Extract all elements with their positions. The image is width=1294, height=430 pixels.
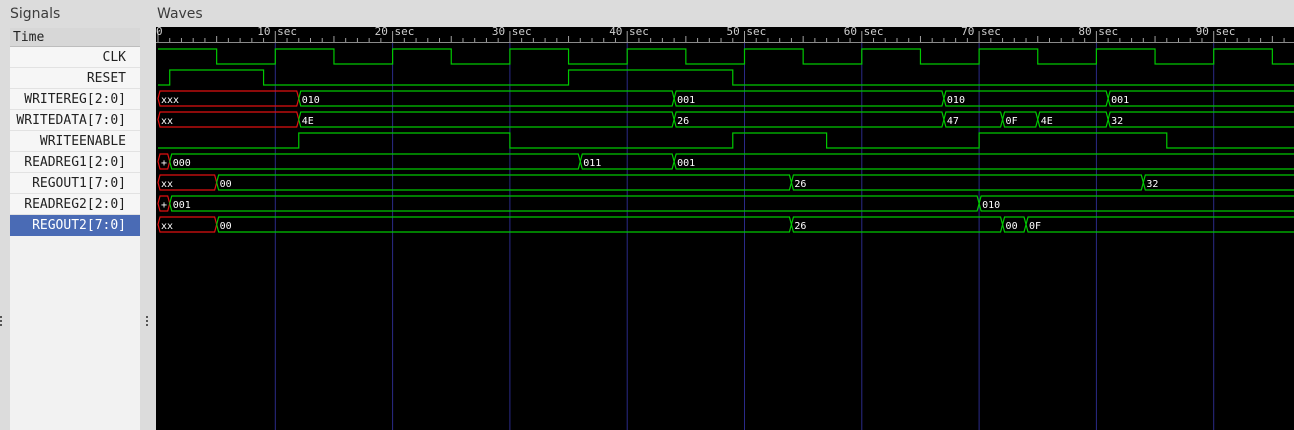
time-axis-label: 20 sec — [375, 27, 415, 38]
bus-segment — [943, 90, 1109, 107]
bus-value-label: + — [161, 158, 167, 169]
signals-panel: Signals Time CLK RESET WRITEREG[2:0] WRI… — [0, 0, 148, 430]
bus-value-label: 001 — [173, 200, 191, 211]
bus-value-label: 32 — [1146, 179, 1158, 190]
bus-segment — [790, 216, 1004, 233]
bus-value-label: 010 — [302, 95, 320, 106]
time-axis-label: 40 sec — [609, 27, 649, 38]
waves-panel: Waves 0 10 sec 20 sec 30 sec 40 sec 50 sec 60 … — [148, 0, 1294, 430]
bus-value-label: xx — [161, 179, 173, 190]
signal-row-readreg1[interactable]: READREG1[2:0] — [10, 152, 140, 173]
bus-segment — [673, 153, 1294, 170]
bus-value-label: 000 — [173, 158, 191, 169]
signal-row-writereg[interactable]: WRITEREG[2:0] — [10, 89, 140, 110]
bus-segment — [157, 90, 300, 107]
bus-value-label: 32 — [1111, 116, 1123, 127]
time-axis-label: 90 sec — [1196, 27, 1236, 38]
time-axis-label: 60 sec — [844, 27, 884, 38]
waves-panel-title: Waves — [157, 6, 203, 22]
bus-segment — [1107, 90, 1294, 107]
bus-value-label: 001 — [677, 158, 695, 169]
waveform-area[interactable]: 0 10 sec 20 sec 30 sec 40 sec 50 sec 60 sec 70 … — [156, 27, 1294, 430]
bus-value-label: 26 — [677, 116, 689, 127]
signal-row-regout1[interactable]: REGOUT1[7:0] — [10, 173, 140, 194]
time-axis-label: 70 sec — [961, 27, 1001, 38]
bus-segment — [1142, 174, 1294, 191]
signal-row-writedata[interactable]: WRITEDATA[7:0] — [10, 110, 140, 131]
bus-segment — [169, 195, 980, 212]
bus-value-label: 010 — [947, 95, 965, 106]
signal-row-reset[interactable]: RESET — [10, 68, 140, 89]
bus-value-label: 4E — [1041, 116, 1053, 127]
left-resize-grip-icon[interactable] — [0, 316, 3, 328]
bus-value-label: 47 — [947, 116, 959, 127]
bus-value-label: 011 — [583, 158, 601, 169]
bus-value-label: 0F — [1006, 116, 1018, 127]
time-axis-label: 0 — [156, 27, 163, 38]
bus-value-label: 0F — [1029, 221, 1041, 232]
time-axis-label: 50 sec — [727, 27, 767, 38]
bus-value-label: 26 — [794, 179, 806, 190]
bus-value-label: 00 — [220, 221, 232, 232]
bus-segment — [978, 195, 1294, 212]
signals-panel-title: Signals — [10, 6, 61, 22]
bus-segment — [673, 111, 945, 128]
bus-segment — [169, 153, 581, 170]
bus-segment — [157, 111, 300, 128]
bus-segment — [790, 174, 1144, 191]
signal-row-regout2[interactable]: REGOUT2[7:0] — [10, 215, 140, 236]
bus-segment — [298, 111, 675, 128]
bus-value-label: xxx — [161, 95, 179, 106]
bus-value-label: + — [161, 200, 167, 211]
time-header[interactable]: Time — [10, 28, 140, 47]
bit-trace — [158, 48, 1294, 65]
signal-row-writeenable[interactable]: WRITEENABLE — [10, 131, 140, 152]
time-axis-label: 80 sec — [1078, 27, 1118, 38]
bus-value-label: 001 — [677, 95, 695, 106]
time-axis-label: 30 sec — [492, 27, 532, 38]
bus-segment — [1107, 111, 1294, 128]
waveform-canvas[interactable]: 0 10 sec 20 sec 30 sec 40 sec 50 sec 60 sec 70 … — [156, 27, 1294, 430]
bus-value-label: xx — [161, 221, 173, 232]
bus-value-label: xx — [161, 116, 173, 127]
signal-row-readreg2[interactable]: READREG2[2:0] — [10, 194, 140, 215]
signal-row-clk[interactable]: CLK — [10, 47, 140, 68]
bus-segment — [216, 174, 793, 191]
bus-value-label: 4E — [302, 116, 314, 127]
bus-segment — [1025, 216, 1294, 233]
bus-value-label: 00 — [220, 179, 232, 190]
bus-segment — [298, 90, 675, 107]
time-axis-label: 10 sec — [257, 27, 297, 38]
bus-value-label: 010 — [982, 200, 1000, 211]
bus-value-label: 001 — [1111, 95, 1129, 106]
bus-value-label: 00 — [1006, 221, 1018, 232]
bus-segment — [673, 90, 945, 107]
bit-trace — [158, 69, 1294, 86]
bus-segment — [216, 216, 793, 233]
signal-list[interactable]: Time CLK RESET WRITEREG[2:0] WRITEDATA[7… — [10, 28, 140, 430]
bit-trace — [158, 132, 1294, 149]
bus-value-label: 26 — [794, 221, 806, 232]
